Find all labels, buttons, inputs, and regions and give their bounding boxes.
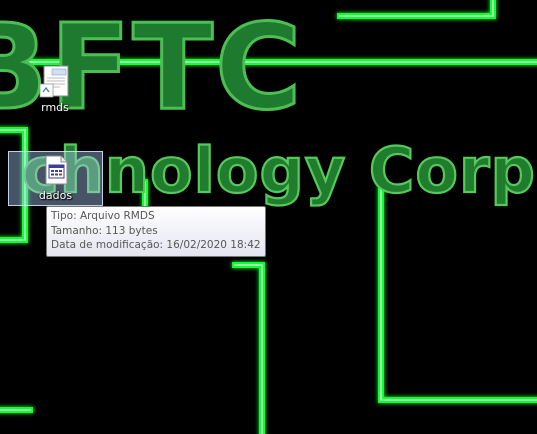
desktop[interactable]: BFTC chnology Corporat rmds — [0, 0, 537, 434]
file-info-tooltip: Tipo: Arquivo RMDS Tamanho: 113 bytes Da… — [46, 206, 266, 257]
tooltip-size: Tamanho: 113 bytes — [51, 224, 158, 237]
desktop-icon-dados[interactable]: dados — [8, 151, 103, 206]
desktop-icon-rmds[interactable]: rmds — [22, 63, 88, 114]
rmds-file-icon — [45, 155, 67, 185]
desktop-icon-label: rmds — [41, 101, 69, 114]
tooltip-type: Tipo: Arquivo RMDS — [51, 210, 155, 222]
tooltip-modified: Data de modificação: 16/02/2020 18:42 — [51, 239, 261, 251]
document-icon — [39, 65, 69, 98]
desktop-icon-label: dados — [38, 189, 73, 202]
